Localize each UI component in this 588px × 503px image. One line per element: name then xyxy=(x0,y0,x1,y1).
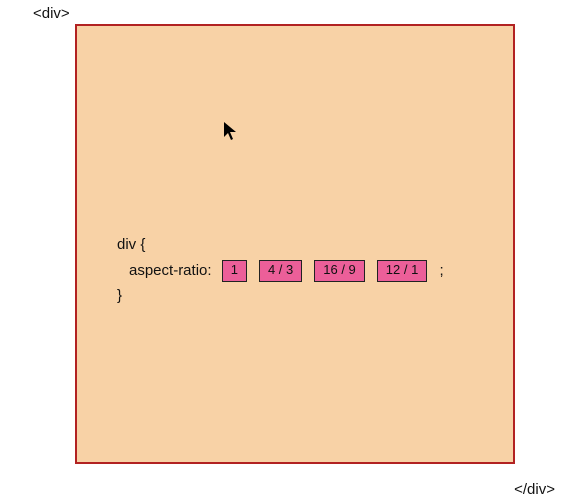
code-property-line: aspect-ratio: 1 4 / 3 16 / 9 12 / 1 ; xyxy=(117,258,444,284)
open-tag-label: <div> xyxy=(33,5,70,22)
aspect-ratio-options: 1 4 / 3 16 / 9 12 / 1 xyxy=(222,260,428,282)
semicolon: ; xyxy=(439,262,443,279)
aspect-ratio-option-4-3[interactable]: 4 / 3 xyxy=(259,260,302,282)
css-code-block: div { aspect-ratio: 1 4 / 3 16 / 9 12 / … xyxy=(117,232,444,309)
code-close-brace: } xyxy=(117,283,444,309)
aspect-ratio-option-12-1[interactable]: 12 / 1 xyxy=(377,260,428,282)
close-tag-label: </div> xyxy=(514,481,555,498)
aspect-ratio-option-16-9[interactable]: 16 / 9 xyxy=(314,260,365,282)
stage: <div> div { aspect-ratio: 1 4 / 3 16 / 9… xyxy=(0,0,588,503)
demo-box: div { aspect-ratio: 1 4 / 3 16 / 9 12 / … xyxy=(75,24,515,464)
code-selector-line: div { xyxy=(117,232,444,258)
property-name: aspect-ratio: xyxy=(129,262,212,279)
aspect-ratio-option-1[interactable]: 1 xyxy=(222,260,247,282)
